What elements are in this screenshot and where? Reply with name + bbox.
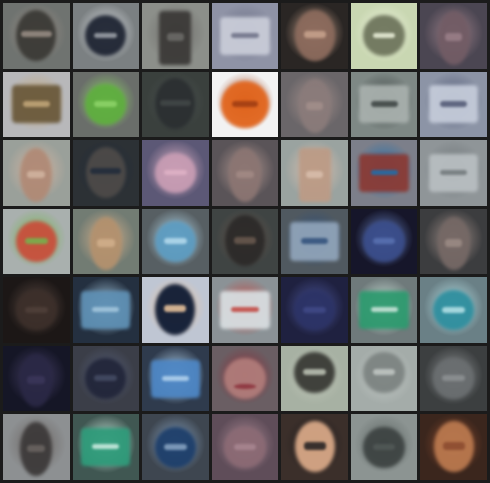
subject-detail bbox=[370, 101, 398, 107]
subject-detail bbox=[236, 170, 254, 179]
subject-detail bbox=[444, 239, 463, 247]
subject-detail bbox=[164, 443, 187, 450]
subject-detail bbox=[159, 99, 191, 106]
thumbnail-cartoon-man bbox=[142, 277, 209, 343]
thumbnail-white-sign bbox=[350, 71, 418, 138]
thumbnail-dark-blob bbox=[72, 345, 140, 412]
subject-detail bbox=[24, 306, 48, 313]
subject-detail bbox=[234, 236, 256, 244]
thumbnail-green-card bbox=[350, 277, 418, 343]
subject-detail bbox=[27, 444, 46, 453]
thumbnail-colorful-card bbox=[350, 140, 418, 206]
subject-detail bbox=[372, 238, 396, 244]
thumbnail-dark-phone bbox=[72, 3, 140, 69]
thumbnail-dark-blue-blur bbox=[281, 277, 348, 343]
thumbnail-face-glasses bbox=[72, 140, 140, 206]
subject-detail bbox=[164, 169, 187, 176]
thumbnail-green-plant bbox=[72, 71, 140, 138]
thumbnail-face-close-up bbox=[281, 3, 348, 69]
image-grid bbox=[0, 0, 490, 483]
subject-detail bbox=[20, 31, 52, 38]
thumbnail-face-dark-glasses bbox=[142, 71, 209, 138]
subject-detail bbox=[94, 101, 118, 107]
thumbnail-white-card bbox=[211, 3, 279, 69]
thumbnail-v-sign-hand bbox=[281, 140, 348, 206]
thumbnail-v-sign-hand bbox=[142, 3, 209, 69]
subject-detail bbox=[94, 375, 118, 382]
subject-detail bbox=[27, 170, 46, 179]
subject-detail bbox=[94, 32, 118, 39]
thumbnail-white-card-red bbox=[211, 277, 279, 343]
subject-detail bbox=[372, 369, 396, 376]
subject-detail bbox=[370, 307, 398, 313]
thumbnail-earphones bbox=[281, 345, 348, 412]
thumbnail-blue-disc bbox=[142, 208, 209, 275]
thumbnail-pink-blur bbox=[211, 414, 279, 480]
subject-shape bbox=[224, 358, 266, 399]
subject-detail bbox=[27, 376, 46, 384]
thumbnail-bright-window bbox=[350, 3, 418, 69]
thumbnail-grey-blur bbox=[420, 345, 487, 412]
subject-detail bbox=[90, 168, 122, 175]
thumbnail-portrait bbox=[420, 414, 487, 480]
thumbnail-earphones bbox=[350, 345, 418, 412]
subject-detail bbox=[22, 101, 50, 107]
thumbnail-cartoon-face bbox=[281, 414, 348, 480]
subject-detail bbox=[440, 101, 468, 107]
thumbnail-pumpkin bbox=[211, 71, 279, 138]
thumbnail-hand-dark bbox=[211, 140, 279, 206]
subject-detail bbox=[231, 307, 259, 313]
subject-detail bbox=[161, 375, 189, 381]
thumbnail-dark-hand bbox=[3, 345, 70, 412]
subject-detail bbox=[372, 443, 396, 450]
subject-detail bbox=[305, 170, 324, 179]
subject-detail bbox=[233, 443, 257, 450]
thumbnail-grey-card bbox=[420, 140, 487, 206]
subject-detail bbox=[305, 102, 324, 110]
subject-detail bbox=[92, 444, 120, 450]
thumbnail-hand-blur bbox=[420, 3, 487, 69]
thumbnail-bearded-face bbox=[211, 208, 279, 275]
thumbnail-open-mouth bbox=[211, 345, 279, 412]
thumbnail-dark-blue-light bbox=[350, 208, 418, 275]
subject-detail bbox=[442, 306, 466, 313]
subject-detail bbox=[97, 239, 115, 247]
subject-detail bbox=[166, 33, 185, 41]
subject-detail bbox=[24, 238, 48, 244]
subject-detail bbox=[301, 238, 329, 244]
subject-detail bbox=[164, 238, 187, 244]
subject-detail bbox=[303, 442, 326, 450]
thumbnail-blue-card bbox=[72, 277, 140, 343]
subject-detail bbox=[372, 32, 396, 39]
subject-detail bbox=[303, 31, 326, 39]
subject-detail bbox=[440, 169, 468, 176]
thumbnail-palm bbox=[72, 208, 140, 275]
thumbnail-blue-ring bbox=[142, 414, 209, 480]
thumbnail-pink-object bbox=[142, 140, 209, 206]
thumbnail-fingers bbox=[3, 140, 70, 206]
thumbnail-face-with-glasses bbox=[3, 3, 70, 69]
subject-detail bbox=[164, 305, 187, 313]
thumbnail-blue-screen bbox=[142, 345, 209, 412]
subject-detail bbox=[231, 100, 259, 108]
subject-detail bbox=[442, 375, 466, 382]
subject-detail bbox=[370, 169, 398, 176]
thumbnail-teal-card bbox=[72, 414, 140, 480]
thumbnail-hand-blur bbox=[281, 71, 348, 138]
subject-detail bbox=[442, 442, 465, 450]
thumbnail-framed-picture bbox=[3, 71, 70, 138]
subject-detail bbox=[92, 307, 120, 313]
thumbnail-blue-card bbox=[281, 208, 348, 275]
thumbnail-dark-room bbox=[3, 277, 70, 343]
subject-detail bbox=[444, 33, 463, 41]
thumbnail-card bbox=[420, 71, 487, 138]
thumbnail-colorful-food bbox=[3, 208, 70, 275]
subject-detail bbox=[303, 306, 326, 313]
subject-detail bbox=[303, 369, 326, 376]
subject-detail bbox=[231, 32, 259, 39]
thumbnail-teal-pattern bbox=[420, 277, 487, 343]
thumbnail-crossed-fingers bbox=[3, 414, 70, 480]
thumbnail-hands-blur bbox=[420, 208, 487, 275]
thumbnail-dark-shape bbox=[350, 414, 418, 480]
